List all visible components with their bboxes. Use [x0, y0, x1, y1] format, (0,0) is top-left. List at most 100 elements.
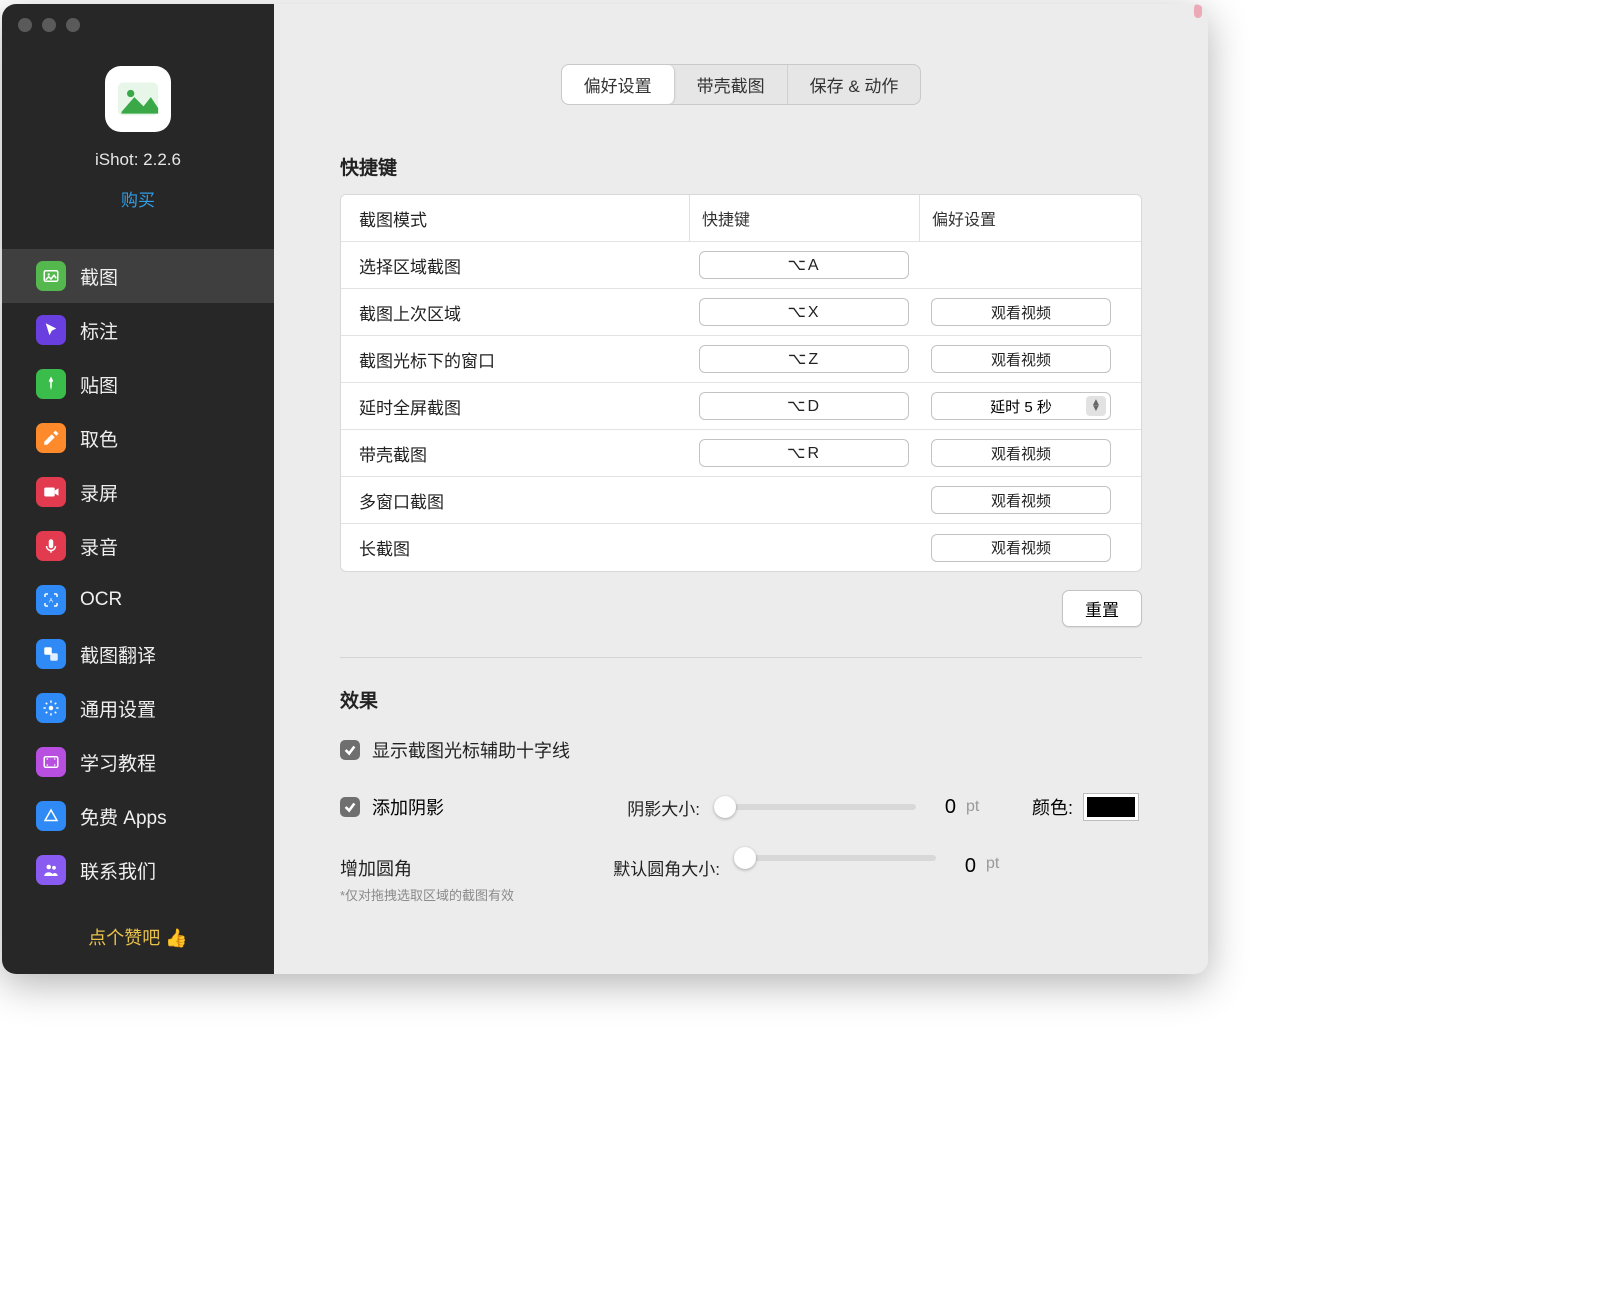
watch-video-button[interactable]: 观看视频 [931, 439, 1111, 467]
shadow-size-value: 0 [926, 796, 956, 819]
rounded-slider[interactable] [736, 855, 936, 861]
record-icon [36, 477, 66, 507]
mode-label: 延时全屏截图 [359, 386, 689, 427]
sidebar-item-2[interactable]: 贴图 [2, 357, 274, 411]
tab-0[interactable]: 偏好设置 [562, 65, 675, 104]
shadow-checkbox[interactable] [340, 797, 360, 817]
shadow-size-unit: pt [966, 798, 992, 816]
crosshair-row: 显示截图光标辅助十字线 [340, 737, 1142, 763]
sidebar-item-10[interactable]: 免费 Apps [2, 789, 274, 843]
sidebar-item-8[interactable]: 通用设置 [2, 681, 274, 735]
sidebar-item-5[interactable]: 录音 [2, 519, 274, 573]
sidebar-item-label: 录屏 [80, 479, 118, 506]
mode-label: 截图光标下的窗口 [359, 339, 689, 380]
rounded-row: 增加圆角 *仅对拖拽选取区域的截图有效 默认圆角大小: 0 pt [340, 855, 1142, 904]
watch-video-button[interactable]: 观看视频 [931, 486, 1111, 514]
rounded-note: *仅对拖拽选取区域的截图有效 [340, 885, 570, 904]
effects-section: 效果 显示截图光标辅助十字线 添加阴影 阴影大小: [340, 686, 1142, 904]
main-panel: 偏好设置带壳截图保存 & 动作 快捷键 截图模式 快捷键 偏好设置 选择区域截图… [274, 4, 1208, 974]
app-window: iShot: 2.2.6 购买 截图标注贴图取色录屏录音 A OCR 截图翻译通用设置… [2, 4, 1208, 974]
table-row: 带壳截图⌥R观看视频 [341, 430, 1141, 477]
sidebar-item-label: 截图 [80, 263, 118, 290]
sidebar-item-label: 取色 [80, 425, 118, 452]
rounded-slider-thumb[interactable] [734, 847, 756, 869]
sidebar-item-label: 标注 [80, 317, 118, 344]
section-divider [340, 657, 1142, 658]
rounded-size-label: 默认圆角大小: [580, 855, 720, 880]
rounded-title: 增加圆角 [340, 855, 570, 881]
shadow-color-picker[interactable] [1083, 793, 1139, 821]
appstore-icon [36, 801, 66, 831]
brand-block: iShot: 2.2.6 购买 [2, 4, 274, 229]
header-pref: 偏好设置 [919, 195, 1123, 241]
people-icon [36, 855, 66, 885]
color-label: 颜色: [1032, 794, 1073, 820]
sidebar-item-9[interactable]: 学习教程 [2, 735, 274, 789]
ocr-icon: A [36, 585, 66, 615]
table-header: 截图模式 快捷键 偏好设置 [341, 195, 1141, 242]
effects-title: 效果 [340, 686, 1142, 713]
shortcut-field[interactable]: ⌥A [699, 251, 909, 279]
rounded-size-value: 0 [946, 855, 976, 878]
sidebar-item-label: 截图翻译 [80, 641, 156, 668]
tab-1[interactable]: 带壳截图 [675, 65, 788, 104]
mode-label: 截图上次区域 [359, 292, 689, 333]
table-row: 延时全屏截图 ⌥D 延时 5 秒▲▼ [341, 383, 1141, 430]
sidebar-item-label: OCR [80, 589, 122, 611]
shortcut-field[interactable]: ⌥Z [699, 345, 909, 373]
table-row: 长截图 观看视频 [341, 524, 1141, 571]
watch-video-button[interactable]: 观看视频 [931, 298, 1111, 326]
crosshair-checkbox[interactable] [340, 740, 360, 760]
table-row: 选择区域截图⌥A [341, 242, 1141, 289]
window-controls [18, 18, 80, 32]
sidebar-item-1[interactable]: 标注 [2, 303, 274, 357]
shadow-slider[interactable] [716, 804, 916, 810]
buy-link[interactable]: 购买 [121, 186, 155, 211]
delay-select[interactable]: 延时 5 秒▲▼ [931, 392, 1111, 420]
reset-button[interactable]: 重置 [1062, 590, 1142, 627]
film-icon [36, 747, 66, 777]
shortcut-field[interactable]: ⌥R [699, 439, 909, 467]
sidebar-nav: 截图标注贴图取色录屏录音 A OCR 截图翻译通用设置学习教程免费 Apps 联系我们 [2, 249, 274, 897]
crosshair-label: 显示截图光标辅助十字线 [372, 737, 570, 763]
shadow-slider-thumb[interactable] [714, 796, 736, 818]
sidebar-item-11[interactable]: 联系我们 [2, 843, 274, 897]
dropper-icon [36, 423, 66, 453]
sidebar-item-4[interactable]: 录屏 [2, 465, 274, 519]
pin-icon [36, 369, 66, 399]
watch-video-button[interactable]: 观看视频 [931, 345, 1111, 373]
app-logo-icon [105, 66, 171, 132]
shortcut-field[interactable]: ⌥D [699, 392, 909, 420]
zoom-icon[interactable] [66, 18, 80, 32]
like-prompt[interactable]: 点个赞吧 👍 [2, 904, 274, 974]
svg-text:A: A [49, 598, 53, 604]
mode-label: 长截图 [359, 527, 689, 568]
sidebar-item-label: 学习教程 [80, 749, 156, 776]
rounded-size-unit: pt [986, 855, 1012, 873]
minimize-icon[interactable] [42, 18, 56, 32]
sidebar-item-0[interactable]: 截图 [2, 249, 274, 303]
shadow-label: 添加阴影 [372, 794, 444, 820]
gear-icon [36, 693, 66, 723]
image-icon [36, 261, 66, 291]
tab-2[interactable]: 保存 & 动作 [788, 65, 921, 104]
scroll-indicator [1194, 4, 1202, 18]
chevron-updown-icon: ▲▼ [1086, 396, 1106, 416]
shadow-color-swatch [1087, 797, 1135, 817]
sidebar-item-3[interactable]: 取色 [2, 411, 274, 465]
sidebar-item-label: 免费 Apps [80, 803, 167, 830]
table-row: 截图上次区域 ⌥X 观看视频 [341, 289, 1141, 336]
sidebar: iShot: 2.2.6 购买 截图标注贴图取色录屏录音 A OCR 截图翻译通用设置… [2, 4, 274, 974]
content: 快捷键 截图模式 快捷键 偏好设置 选择区域截图⌥A截图上次区域⌥X观看视频截图… [274, 105, 1208, 904]
app-title: iShot: 2.2.6 [95, 150, 181, 170]
sidebar-item-7[interactable]: 截图翻译 [2, 627, 274, 681]
watch-video-button[interactable]: 观看视频 [931, 534, 1111, 562]
header-mode: 截图模式 [359, 198, 689, 239]
sidebar-item-6[interactable]: A OCR [2, 573, 274, 627]
shortcut-field[interactable]: ⌥X [699, 298, 909, 326]
close-icon[interactable] [18, 18, 32, 32]
sidebar-item-label: 通用设置 [80, 695, 156, 722]
shadow-size-label: 阴影大小: [580, 795, 700, 820]
table-row: 多窗口截图观看视频 [341, 477, 1141, 524]
tab-bar: 偏好设置带壳截图保存 & 动作 [561, 64, 922, 105]
